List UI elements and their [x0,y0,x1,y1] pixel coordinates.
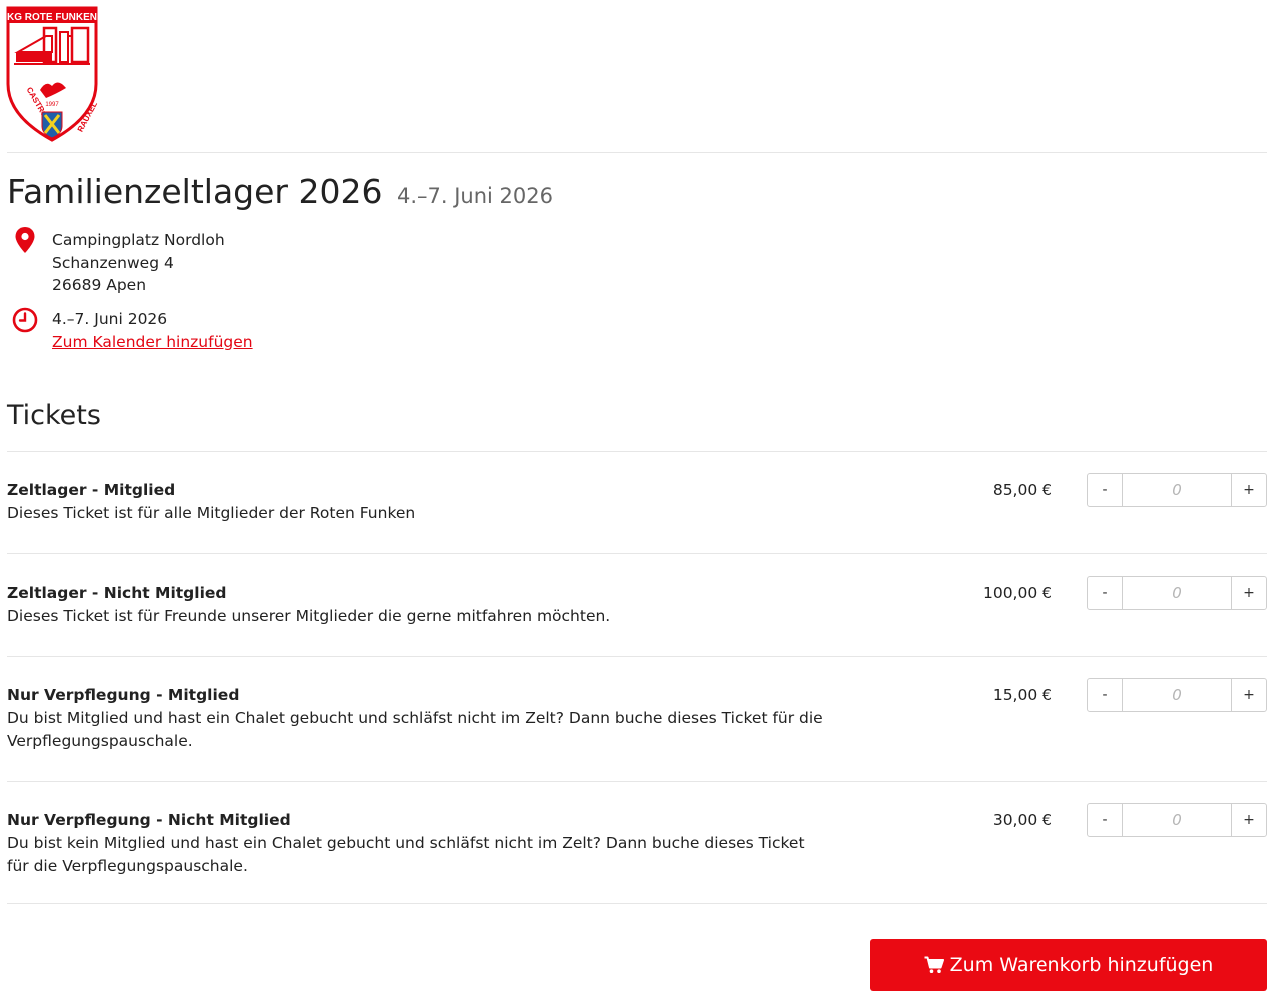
ticket-description: Du bist Mitglied und hast ein Chalet geb… [7,709,823,750]
location-street: Schanzenweg 4 [52,253,174,272]
event-date-range: 4.–7. Juni 2026 [396,184,553,208]
quantity-stepper: - + [1087,803,1267,837]
quantity-stepper: - + [1087,473,1267,507]
club-logo: KG ROTE FUNKEN 1997 CASTROP RAUXEL [6,6,99,142]
event-location: Campingplatz Nordloh Schanzenweg 4 26689… [52,229,225,297]
tickets-divider [7,451,1267,452]
page-title: Familienzeltlager 2026 4.–7. Juni 2026 [7,172,553,211]
quantity-stepper: - + [1087,678,1267,712]
decrease-button[interactable]: - [1088,804,1123,836]
ticket-name: Nur Verpflegung - Nicht Mitglied [7,811,291,829]
ticket-divider [7,656,1267,657]
decrease-button[interactable]: - [1088,679,1123,711]
ticket-description: Dieses Ticket ist für Freunde unserer Mi… [7,607,611,625]
ticket-price: 100,00 € [982,584,1052,602]
logo-year: 1997 [45,102,59,108]
ticket-price: 30,00 € [992,811,1052,829]
quantity-stepper: - + [1087,576,1267,610]
location-name: Campingplatz Nordloh [52,231,225,249]
shopping-cart-icon [924,956,944,973]
event-date: 4.–7. Juni 2026 Zum Kalender hinzufügen [52,308,253,353]
location-city: 26689 Apen [52,276,147,294]
add-to-cart-button[interactable]: Zum Warenkorb hinzufügen [870,939,1267,991]
increase-button[interactable]: + [1231,679,1266,711]
quantity-input[interactable] [1123,679,1231,711]
ticket-divider [7,553,1267,554]
increase-button[interactable]: + [1231,577,1266,609]
clock-icon [12,307,38,337]
increase-button[interactable]: + [1231,804,1266,836]
map-marker-icon [14,226,36,258]
ticket-name: Zeltlager - Mitglied [7,481,176,499]
ticket-price: 85,00 € [992,481,1052,499]
ticket-price: 15,00 € [992,686,1052,704]
ticket-name: Zeltlager - Nicht Mitglied [7,584,227,602]
increase-button[interactable]: + [1231,474,1266,506]
quantity-input[interactable] [1123,804,1231,836]
ticket-name: Nur Verpflegung - Mitglied [7,686,240,704]
decrease-button[interactable]: - [1088,474,1123,506]
add-to-calendar-link[interactable]: Zum Kalender hinzufügen [52,333,253,351]
date-label: 4.–7. Juni 2026 [52,310,168,328]
quantity-input[interactable] [1123,577,1231,609]
logo-top-text: KG ROTE FUNKEN [7,12,97,23]
quantity-input[interactable] [1123,474,1231,506]
header-divider [7,152,1267,153]
ticket-divider [7,781,1267,782]
add-to-cart-label: Zum Warenkorb hinzufügen [949,954,1214,976]
ticket-description: Dieses Ticket ist für alle Mitglieder de… [7,504,416,522]
ticket-description: Du bist kein Mitglied und hast ein Chale… [7,834,805,875]
event-title: Familienzeltlager 2026 [7,172,383,211]
decrease-button[interactable]: - [1088,577,1123,609]
tickets-heading: Tickets [7,400,101,431]
ticket-divider [7,903,1267,904]
